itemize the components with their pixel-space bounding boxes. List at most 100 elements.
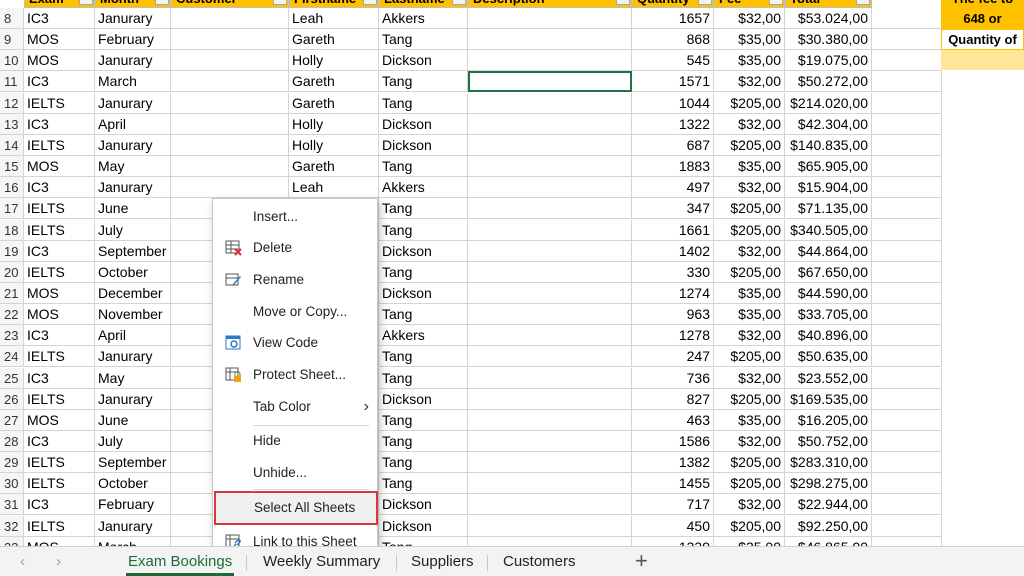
cell-customer[interactable] [171, 8, 289, 29]
cell-exam[interactable]: IELTS [24, 452, 95, 474]
cell-month[interactable]: June [95, 409, 171, 431]
menu-rename[interactable]: Rename [213, 266, 377, 294]
cell-fee[interactable]: $32,00 [714, 8, 785, 29]
cell-exam[interactable]: IELTS [24, 261, 95, 283]
column-header-fee[interactable]: Fee [714, 0, 785, 8]
row-number[interactable]: 15 [0, 156, 24, 178]
cell-exam[interactable]: MOS [24, 536, 95, 546]
cell-x[interactable] [872, 261, 942, 283]
cell-qty[interactable]: 463 [632, 409, 714, 431]
cell-total[interactable]: $214.020,00 [785, 92, 872, 114]
cell-x[interactable] [872, 388, 942, 410]
cell-fee[interactable]: $32,00 [714, 367, 785, 389]
cell-month[interactable]: May [95, 367, 171, 389]
cell-qty[interactable]: 736 [632, 367, 714, 389]
tab-customers[interactable]: Customers [503, 553, 576, 570]
cell-customer[interactable] [171, 71, 289, 93]
row-number[interactable]: 12 [0, 92, 24, 114]
cell-desc[interactable] [468, 261, 632, 283]
cell-exam[interactable]: IC3 [24, 113, 95, 135]
cell-total[interactable]: $42.304,00 [785, 113, 872, 135]
cell-last[interactable]: Tang [379, 452, 468, 474]
row-number[interactable]: 20 [0, 261, 24, 283]
cell-exam[interactable]: IELTS [24, 219, 95, 241]
cell-total[interactable]: $40.896,00 [785, 325, 872, 347]
cell-exam[interactable]: MOS [24, 304, 95, 326]
cell-month[interactable]: December [95, 282, 171, 304]
filter-dropdown-icon[interactable] [363, 0, 377, 5]
cell-fee[interactable]: $205,00 [714, 198, 785, 220]
cell-total[interactable]: $298.275,00 [785, 473, 872, 495]
cell-exam[interactable]: IC3 [24, 8, 95, 29]
tab-exam-bookings[interactable]: Exam Bookings [125, 553, 235, 576]
cell-total[interactable]: $15.904,00 [785, 177, 872, 199]
cell-month[interactable]: February [95, 494, 171, 516]
cell-x[interactable] [872, 71, 942, 93]
cell-exam[interactable]: IELTS [24, 134, 95, 156]
cell-exam[interactable]: IELTS [24, 92, 95, 114]
cell-desc[interactable] [468, 198, 632, 220]
menu-protect-sheet[interactable]: Protect Sheet... [213, 361, 377, 389]
cell-exam[interactable]: IC3 [24, 494, 95, 516]
cell-exam[interactable]: IC3 [24, 240, 95, 262]
filter-dropdown-icon[interactable] [856, 0, 870, 5]
cell-qty[interactable]: 1455 [632, 473, 714, 495]
cell-qty[interactable]: 1657 [632, 8, 714, 29]
filter-dropdown-icon[interactable] [769, 0, 783, 5]
cell-last[interactable]: Tang [379, 92, 468, 114]
cell-first[interactable]: Gareth [289, 29, 379, 51]
cell-fee[interactable]: $35,00 [714, 282, 785, 304]
cell-first[interactable]: Gareth [289, 156, 379, 178]
cell-desc[interactable] [468, 325, 632, 347]
cell-x[interactable] [872, 8, 942, 29]
cell-desc[interactable] [468, 50, 632, 72]
cell-x[interactable] [872, 240, 942, 262]
cell-last[interactable]: Tang [379, 346, 468, 368]
cell-desc[interactable] [468, 388, 632, 410]
cell-x[interactable] [872, 177, 942, 199]
cell-desc[interactable] [468, 494, 632, 516]
cell-fee[interactable]: $35,00 [714, 409, 785, 431]
cell-customer[interactable] [171, 92, 289, 114]
cell-x[interactable] [872, 219, 942, 241]
cell-month[interactable]: Janurary [95, 92, 171, 114]
cell-x[interactable] [872, 156, 942, 178]
cell-x[interactable] [872, 431, 942, 452]
cell-desc[interactable] [468, 367, 632, 389]
row-number[interactable]: 13 [0, 113, 24, 135]
cell-month[interactable]: February [95, 29, 171, 51]
cell-desc[interactable] [468, 473, 632, 495]
menu-delete[interactable]: Delete [213, 234, 377, 262]
cell-qty[interactable]: 1278 [632, 325, 714, 347]
row-number[interactable]: 8 [0, 8, 24, 29]
cell-month[interactable]: Janurary [95, 177, 171, 199]
column-header-first[interactable]: Firstname [289, 0, 379, 8]
cell-qty[interactable]: 1044 [632, 92, 714, 114]
row-number[interactable]: 18 [0, 219, 24, 241]
row-number[interactable]: 16 [0, 177, 24, 199]
cell-fee[interactable]: $205,00 [714, 346, 785, 368]
cell-x[interactable] [872, 494, 942, 516]
cell-qty[interactable]: 1322 [632, 113, 714, 135]
cell-fee[interactable]: $205,00 [714, 219, 785, 241]
filter-dropdown-icon[interactable] [79, 0, 93, 5]
cell-qty[interactable]: 1571 [632, 71, 714, 93]
cell-month[interactable]: October [95, 473, 171, 495]
row-number[interactable]: 9 [0, 29, 24, 51]
cell-x[interactable] [872, 134, 942, 156]
cell-month[interactable]: September [95, 452, 171, 474]
cell-last[interactable]: Dickson [379, 282, 468, 304]
cell-qty[interactable]: 450 [632, 515, 714, 537]
add-sheet-icon[interactable]: + [635, 548, 648, 574]
cell-fee[interactable]: $32,00 [714, 431, 785, 452]
cell-x[interactable] [872, 304, 942, 326]
cell-last[interactable]: Tang [379, 536, 468, 546]
cell-total[interactable]: $23.552,00 [785, 367, 872, 389]
cell-customer[interactable] [171, 50, 289, 72]
cell-month[interactable]: July [95, 431, 171, 452]
cell-last[interactable]: Dickson [379, 494, 468, 516]
cell-exam[interactable]: IC3 [24, 431, 95, 452]
cell-total[interactable]: $65.905,00 [785, 156, 872, 178]
cell-customer[interactable] [171, 156, 289, 178]
cell-last[interactable]: Tang [379, 219, 468, 241]
